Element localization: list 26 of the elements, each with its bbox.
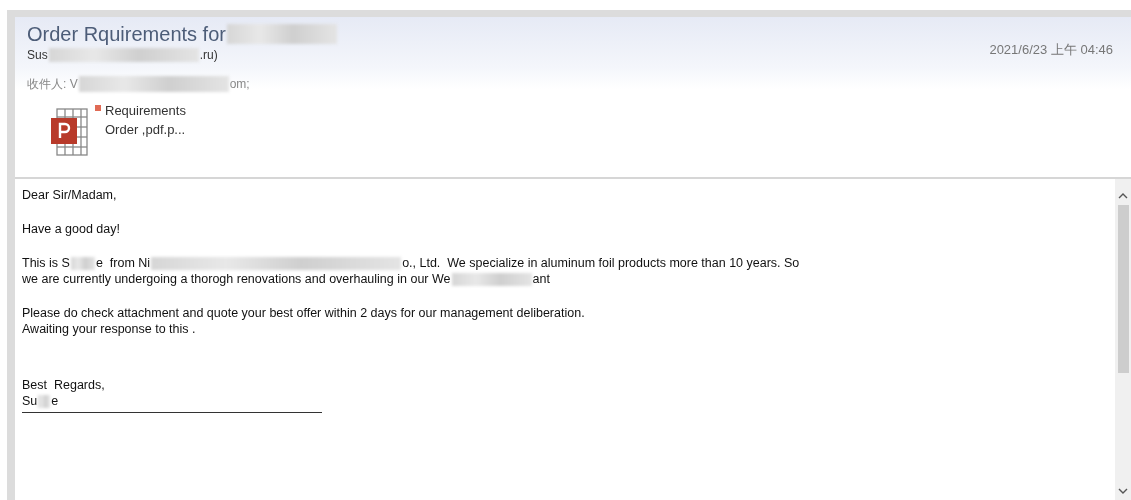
- scroll-down-icon[interactable]: [1118, 488, 1128, 494]
- body-text: Best Regards,: [22, 377, 105, 393]
- body-text: This is S: [22, 255, 70, 271]
- body-text: Dear Sir/Madam,: [22, 187, 117, 203]
- scroll-up-icon[interactable]: [1118, 193, 1128, 199]
- redaction-blur: [38, 394, 51, 408]
- scroll-thumb[interactable]: [1117, 205, 1129, 373]
- presentation-file-icon: [51, 105, 101, 157]
- message-date: 2021/6/23 上午 04:46: [989, 41, 1113, 59]
- recipient-address: 收件人: V: [27, 75, 78, 93]
- body-text: Su: [22, 393, 38, 409]
- body-text: Awaiting your response to this .: [22, 321, 196, 337]
- sender-address: Sus: [27, 48, 48, 62]
- body-text: we are currently undergoing a thorogh renovations and overhauling in our We: [22, 271, 451, 287]
- body-text: Have a good day!: [22, 221, 120, 237]
- message-subject: Order Rquirements for: [27, 22, 226, 46]
- scrollbar[interactable]: [1115, 179, 1131, 500]
- body-text: Please do check attachment and quote your best offer within 2 days for our management deliberation.: [22, 305, 585, 321]
- sender-address: .ru): [199, 48, 218, 62]
- body-text: ant: [532, 271, 550, 287]
- body-text: e from Ni: [95, 255, 151, 271]
- body-text: e: [51, 393, 59, 409]
- recipient-address: om;: [229, 77, 250, 91]
- body-text: o., Ltd. We specialize in aluminum foil products more than 10 years. So: [402, 255, 800, 271]
- attachment-name[interactable]: Requirements Order ,pdf.p...: [105, 101, 186, 157]
- redaction-blur: [70, 256, 95, 270]
